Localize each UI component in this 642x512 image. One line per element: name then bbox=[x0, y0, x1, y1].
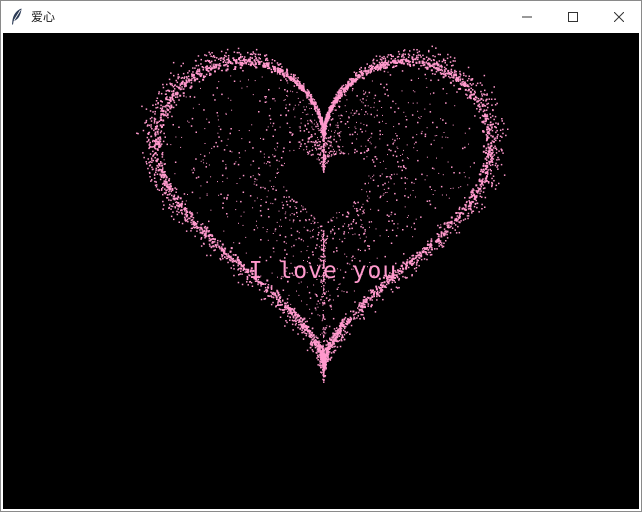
close-button[interactable] bbox=[596, 1, 641, 32]
window-title: 爱心 bbox=[31, 10, 56, 24]
minimize-icon bbox=[522, 7, 532, 26]
heart-canvas: I love you bbox=[3, 33, 639, 509]
minimize-button[interactable] bbox=[504, 1, 550, 32]
feather-icon bbox=[11, 8, 23, 25]
app-window: 爱心 I love you bbox=[0, 0, 642, 512]
maximize-icon bbox=[568, 7, 578, 26]
heart-particles bbox=[136, 45, 509, 383]
title-bar[interactable]: 爱心 bbox=[1, 1, 641, 32]
maximize-button[interactable] bbox=[550, 1, 596, 32]
close-icon bbox=[613, 7, 625, 26]
